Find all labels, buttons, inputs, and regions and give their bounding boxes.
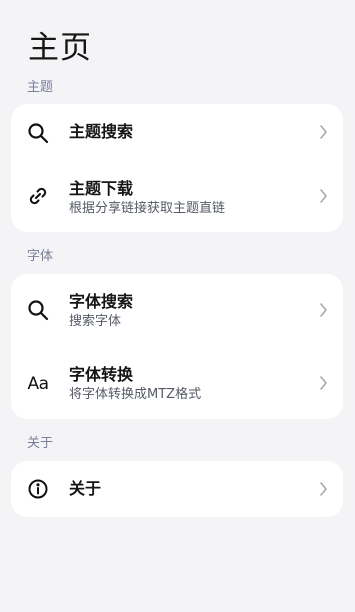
page-title: 主页 xyxy=(28,30,92,66)
theme-download-subtitle: 根据分享链接获取主题直链 xyxy=(69,201,226,216)
about-label: 关于 xyxy=(69,479,102,498)
font-search-label: 字体搜索 xyxy=(69,292,134,311)
font-convert-item[interactable]: Aa 字体转换 将字体转换成MTZ格式 xyxy=(11,347,343,419)
chevron-right-icon xyxy=(317,375,329,391)
link-icon xyxy=(26,184,50,208)
section-title-about: 关于 xyxy=(27,436,54,451)
font-convert-label: 字体转换 xyxy=(69,365,134,384)
font-aa-icon: Aa xyxy=(27,374,49,394)
theme-download-label: 主题下载 xyxy=(69,179,134,198)
theme-search-item[interactable]: 主题搜索 xyxy=(11,104,343,161)
theme-search-label: 主题搜索 xyxy=(69,122,134,141)
about-item[interactable]: 关于 xyxy=(11,461,343,517)
search-icon xyxy=(26,298,50,322)
font-search-item[interactable]: 字体搜索 搜索字体 xyxy=(11,274,343,347)
font-convert-subtitle: 将字体转换成MTZ格式 xyxy=(69,387,202,402)
section-title-font: 字体 xyxy=(27,249,54,264)
section-title-theme: 主题 xyxy=(27,80,54,95)
search-icon xyxy=(26,121,50,145)
font-search-subtitle: 搜索字体 xyxy=(69,314,122,329)
about-card: 关于 xyxy=(11,461,343,517)
info-icon xyxy=(26,477,50,501)
theme-card: 主题搜索 主题下载 根据分享链接获取主题直链 xyxy=(11,104,343,232)
chevron-right-icon xyxy=(317,124,329,140)
chevron-right-icon xyxy=(317,302,329,318)
chevron-right-icon xyxy=(317,481,329,497)
chevron-right-icon xyxy=(317,188,329,204)
theme-download-item[interactable]: 主题下载 根据分享链接获取主题直链 xyxy=(11,161,343,232)
font-card: 字体搜索 搜索字体 Aa 字体转换 将字体转换成MTZ格式 xyxy=(11,274,343,419)
